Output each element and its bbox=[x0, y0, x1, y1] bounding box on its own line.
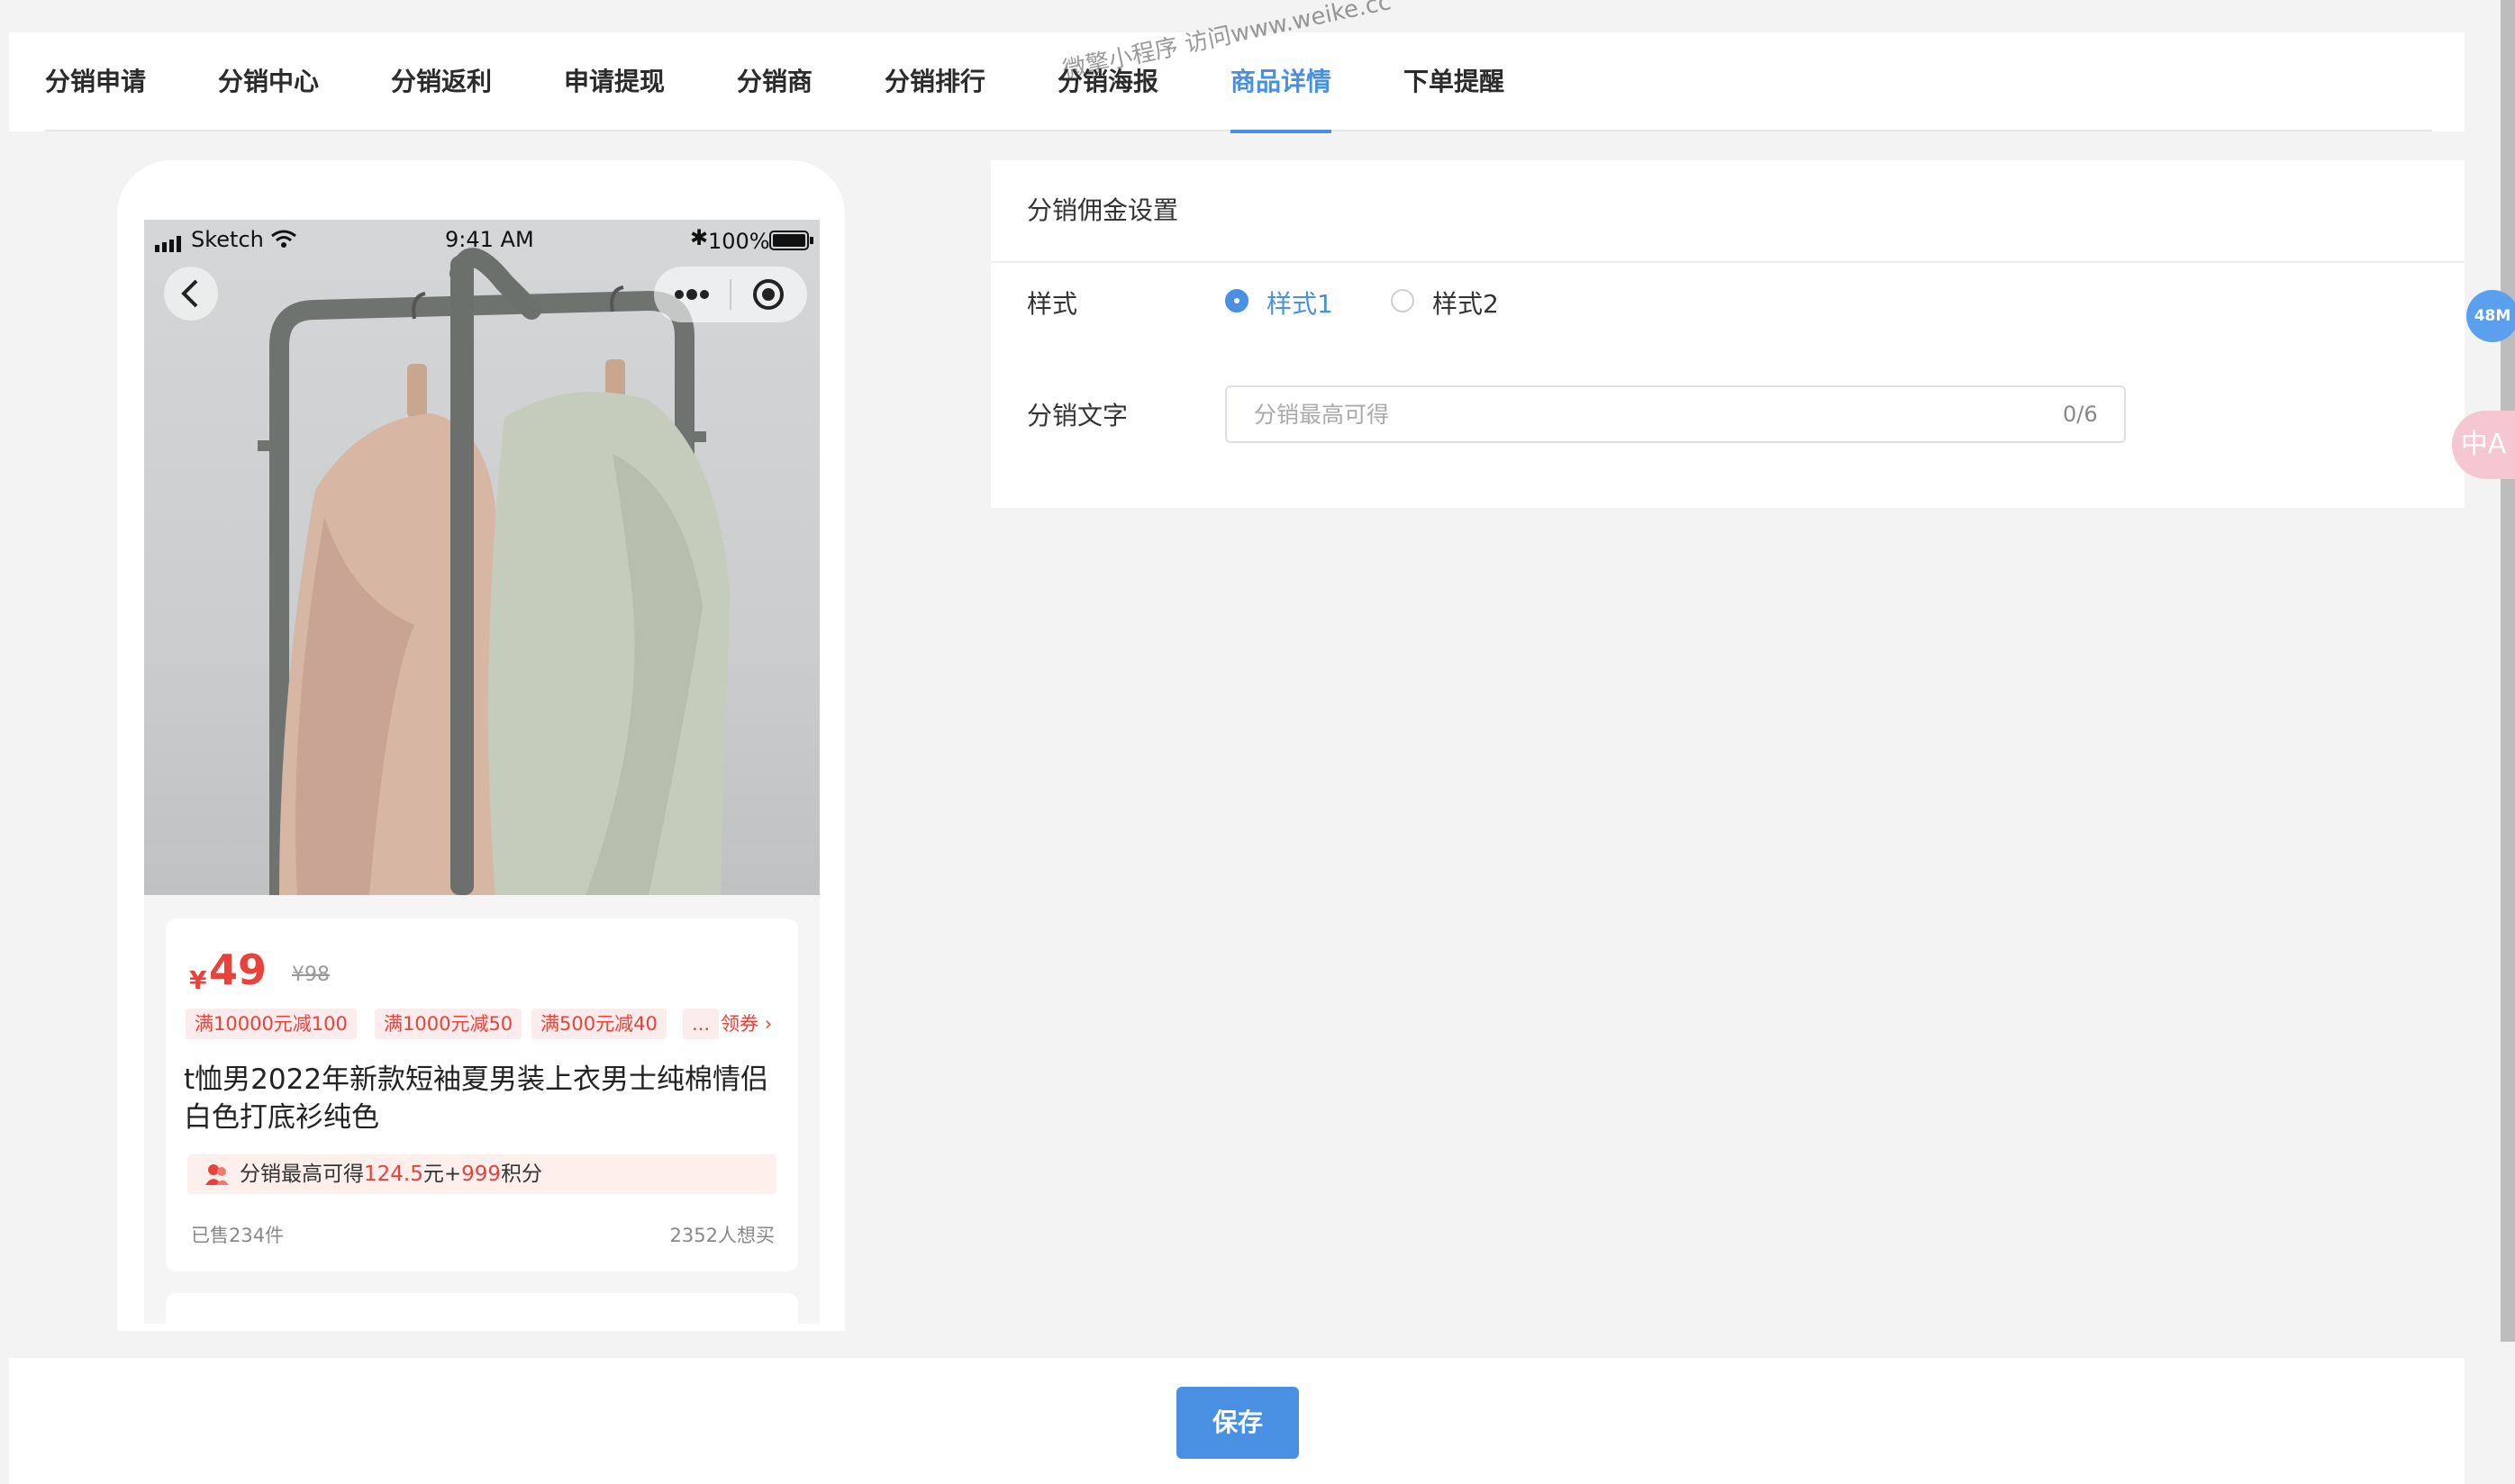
capsule-divider bbox=[730, 279, 731, 310]
tab-product-detail[interactable]: 商品详情 bbox=[1230, 32, 1332, 133]
panel-divider bbox=[991, 261, 2465, 263]
text-label: 分销文字 bbox=[1027, 401, 1129, 430]
coupon-tag[interactable]: 满500元减40 bbox=[531, 1009, 667, 1039]
back-button[interactable] bbox=[164, 267, 218, 321]
product-info-card: ¥ 49 ¥98 满10000元减100 满1000元减50 满500元减40 … bbox=[166, 918, 798, 1271]
tab-distribution-apply[interactable]: 分销申请 bbox=[45, 32, 146, 131]
style2-label[interactable]: 样式2 bbox=[1432, 285, 1499, 321]
status-time: 9:41 AM bbox=[445, 227, 534, 252]
memory-badge[interactable]: 48M bbox=[2466, 290, 2515, 342]
commission-settings-panel: 分销佣金设置 样式 样式1 样式2 分销文字 0/6 bbox=[991, 160, 2465, 508]
distribution-text-input[interactable] bbox=[1225, 385, 2126, 443]
style2-radio[interactable] bbox=[1391, 289, 1414, 312]
coupon-more[interactable]: ... bbox=[683, 1009, 720, 1039]
users-icon bbox=[205, 1163, 229, 1189]
distribution-text: 分销最高可得124.5元+999积分 bbox=[240, 1163, 543, 1186]
style1-radio[interactable] bbox=[1225, 289, 1248, 312]
status-bar: Sketch 9:41 AM ✱ 100% bbox=[144, 220, 820, 265]
translate-icon[interactable]: 中A bbox=[2452, 411, 2515, 479]
save-button[interactable]: 保存 bbox=[1176, 1387, 1299, 1459]
distribution-bar: 分销最高可得124.5元+999积分 bbox=[187, 1154, 776, 1194]
tab-order-reminder[interactable]: 下单提醒 bbox=[1403, 32, 1504, 131]
product-title: t恤男2022年新款短袖夏男装上衣男士纯棉情侣白色打底衫纯色 bbox=[184, 1063, 769, 1134]
coupon-tag[interactable]: 满1000元减50 bbox=[375, 1009, 522, 1039]
bluetooth-icon: ✱ bbox=[690, 225, 709, 250]
product-photo: Sketch 9:41 AM ✱ 100% bbox=[144, 220, 820, 895]
battery-icon bbox=[769, 231, 814, 256]
product-price: 49 bbox=[209, 946, 268, 994]
page-scrollbar[interactable] bbox=[2501, 0, 2515, 1342]
currency-symbol: ¥ bbox=[189, 965, 207, 995]
coupon-tag[interactable]: 满10000元减100 bbox=[186, 1009, 357, 1039]
tab-distributors[interactable]: 分销商 bbox=[737, 32, 813, 131]
char-counter: 0/6 bbox=[2063, 402, 2098, 427]
get-coupon-link[interactable]: 领券 › bbox=[721, 1009, 772, 1039]
tab-distribution-rebate[interactable]: 分销返利 bbox=[391, 32, 492, 131]
tab-distribution-center[interactable]: 分销中心 bbox=[218, 32, 319, 131]
style1-label[interactable]: 样式1 bbox=[1267, 285, 1333, 321]
want-count: 2352人想买 bbox=[669, 1225, 775, 1246]
panel-title: 分销佣金设置 bbox=[1027, 195, 1179, 225]
more-icon[interactable] bbox=[674, 285, 713, 308]
original-price: ¥98 bbox=[292, 964, 330, 986]
tab-withdraw-apply[interactable]: 申请提现 bbox=[564, 32, 665, 131]
mini-program-capsule bbox=[654, 267, 807, 322]
carrier-label: Sketch bbox=[191, 227, 264, 252]
wifi-icon bbox=[270, 229, 297, 254]
style-label: 样式 bbox=[1027, 289, 1078, 319]
tab-distribution-ranking[interactable]: 分销排行 bbox=[885, 32, 985, 131]
sold-count: 已售234件 bbox=[191, 1225, 285, 1246]
battery-percent: 100% bbox=[708, 229, 770, 254]
signal-icon bbox=[155, 232, 186, 258]
next-card bbox=[166, 1293, 798, 1324]
chevron-right-icon: › bbox=[764, 1013, 773, 1035]
phone-screen: Sketch 9:41 AM ✱ 100% ¥ 49 ¥98 满10000元减1… bbox=[144, 220, 820, 1324]
close-target-icon[interactable] bbox=[751, 277, 785, 315]
chevron-left-icon bbox=[181, 279, 198, 308]
